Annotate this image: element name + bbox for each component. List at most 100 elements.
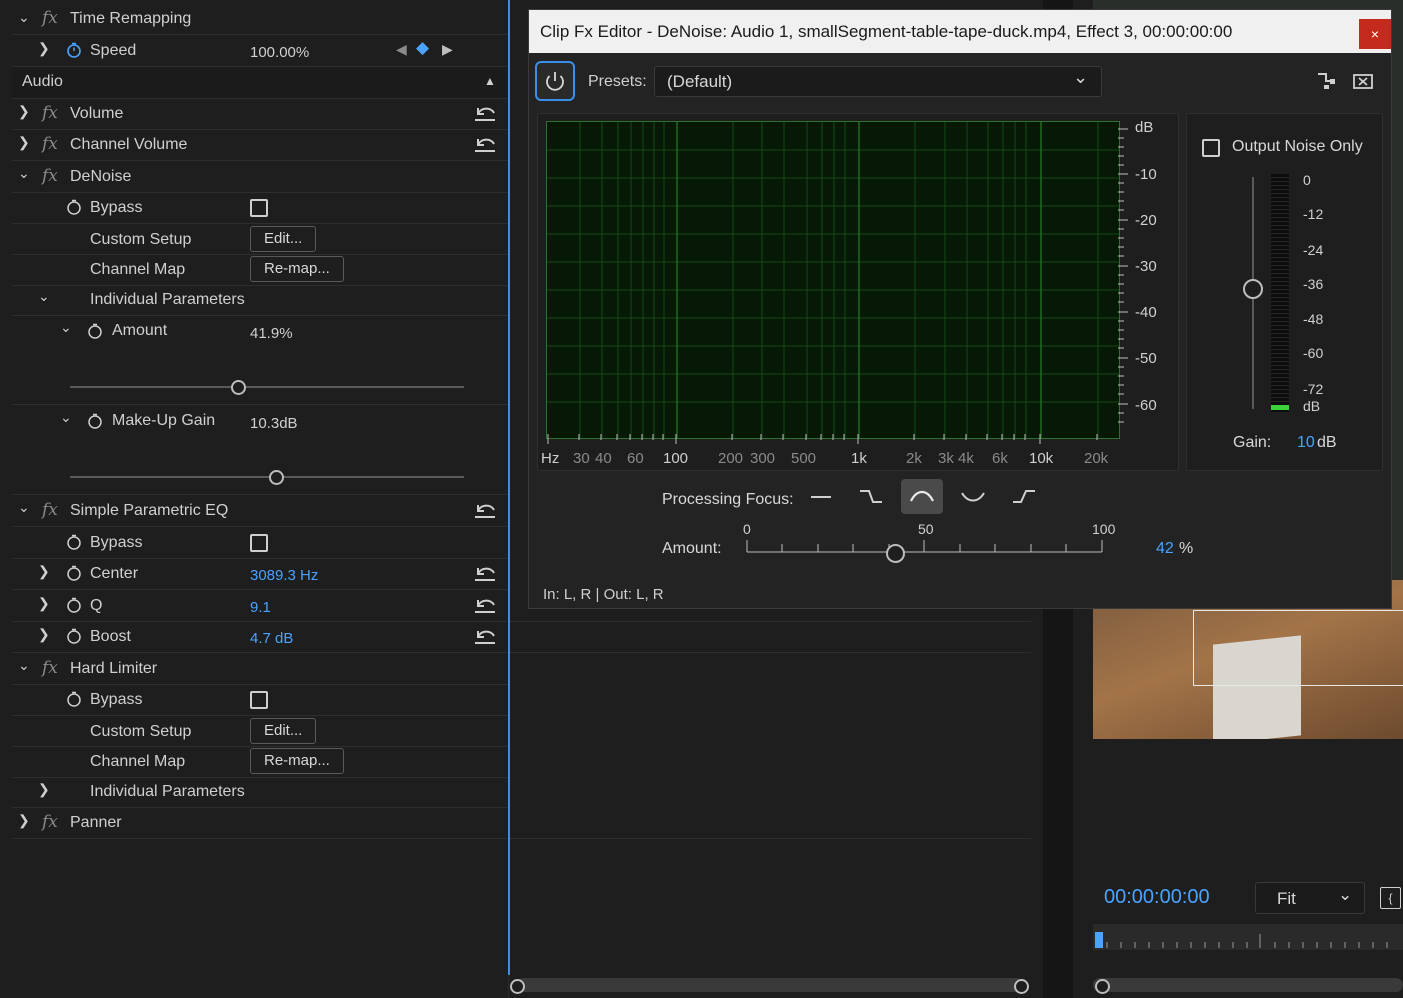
center-value[interactable]: 3089.3 Hz <box>250 567 318 584</box>
scrollbar-left-handle[interactable] <box>510 979 525 994</box>
stopwatch-icon[interactable] <box>87 413 103 429</box>
monitor-scrollbar[interactable] <box>1093 978 1403 992</box>
q-value[interactable]: 9.1 <box>250 599 271 616</box>
scrollbar-right-handle[interactable] <box>1014 979 1029 994</box>
reset-icon[interactable] <box>473 135 497 153</box>
amount-value[interactable]: 42 <box>1156 540 1174 558</box>
edit-button[interactable]: Edit... <box>250 226 317 252</box>
close-button[interactable]: × <box>1359 19 1391 49</box>
chevron-down-icon[interactable]: ⌄ <box>60 319 72 336</box>
level-meter <box>1271 174 1289 412</box>
chevron-right-icon[interactable]: ❯ <box>38 626 50 643</box>
bypass-checkbox[interactable] <box>250 199 268 217</box>
focus-low-button[interactable] <box>851 480 891 514</box>
stopwatch-icon[interactable] <box>66 565 82 581</box>
gain-slider-handle[interactable] <box>1243 279 1263 299</box>
timeline-scrollbar[interactable] <box>517 978 1023 992</box>
remap-button[interactable]: Re-map... <box>250 256 344 282</box>
reset-icon[interactable] <box>473 104 497 122</box>
gain-value[interactable]: 10 <box>1297 434 1315 452</box>
prev-keyframe-icon[interactable]: ◀ <box>396 41 407 58</box>
chevron-right-icon[interactable]: ❯ <box>38 563 50 580</box>
bypass-checkbox[interactable] <box>250 534 268 552</box>
chevron-right-icon[interactable]: ❯ <box>18 812 30 829</box>
chevron-down-icon[interactable]: ⌄ <box>18 165 30 182</box>
edit-button[interactable]: Edit... <box>250 718 317 744</box>
amount-slider-handle[interactable] <box>231 380 246 395</box>
effect-row-volume[interactable]: ❯ fx Volume <box>12 98 507 130</box>
chevron-down-icon[interactable]: ⌄ <box>18 499 30 516</box>
time-ruler[interactable] <box>1093 924 1403 950</box>
amount-slider-track[interactable] <box>745 538 1105 558</box>
fx-icon: fx <box>42 103 58 123</box>
amount-slider-track[interactable] <box>70 386 464 388</box>
reset-icon[interactable] <box>473 596 497 614</box>
time-remapping-row[interactable]: ⌄ fx Time Remapping <box>12 3 507 35</box>
playhead-timecode[interactable]: 00:00:00:00 <box>1104 886 1210 909</box>
settings-bracket-icon[interactable]: { <box>1380 887 1401 909</box>
chevron-right-icon[interactable]: ❯ <box>38 595 50 612</box>
focus-flat-button[interactable] <box>801 480 841 514</box>
focus-high-button[interactable] <box>1004 480 1044 514</box>
chevron-down-icon[interactable]: ⌄ <box>18 657 30 674</box>
denoise-custom-setup-row: Custom Setup Edit... <box>12 223 507 255</box>
fit-dropdown[interactable]: Fit ⌄ <box>1255 882 1365 914</box>
stopwatch-icon[interactable] <box>66 691 82 707</box>
monitor-playhead[interactable] <box>1095 932 1103 948</box>
meter-label: -12 <box>1303 206 1324 222</box>
meter-label: -60 <box>1303 345 1324 361</box>
boost-value[interactable]: 4.7 dB <box>250 630 293 647</box>
presets-dropdown[interactable]: (Default) ⌄ <box>654 66 1102 97</box>
output-noise-only-checkbox[interactable] <box>1202 139 1220 157</box>
makeup-gain-slider-track[interactable] <box>70 476 464 478</box>
makeup-gain-slider-handle[interactable] <box>269 470 284 485</box>
amount-slider-handle[interactable] <box>886 544 905 563</box>
chevron-right-icon[interactable]: ❯ <box>38 40 50 57</box>
stopwatch-icon[interactable] <box>66 628 82 644</box>
chevron-right-icon[interactable]: ❯ <box>38 781 50 798</box>
stopwatch-icon[interactable] <box>66 42 82 58</box>
reset-icon[interactable] <box>473 627 497 645</box>
fx-icon: fx <box>42 500 58 520</box>
limiter-individual-params-row[interactable]: ❯ Individual Parameters <box>12 776 507 808</box>
chevron-down-icon[interactable]: ⌄ <box>18 9 30 26</box>
playhead-line[interactable] <box>508 0 510 975</box>
fx-icon: fx <box>42 134 58 154</box>
reset-icon[interactable] <box>473 501 497 519</box>
keyframe-diamond-icon[interactable]: ◆ <box>416 38 429 58</box>
presets-label: Presets: <box>588 73 647 90</box>
chevron-down-icon[interactable]: ⌄ <box>60 409 72 426</box>
audio-header[interactable]: Audio ▲ <box>12 67 507 99</box>
noise-spectrum-graph[interactable] <box>546 121 1120 439</box>
stopwatch-icon[interactable] <box>66 199 82 215</box>
effect-row-eq[interactable]: ⌄ fx Simple Parametric EQ <box>12 495 507 527</box>
denoise-individual-params-row[interactable]: ⌄ Individual Parameters <box>12 284 507 316</box>
param-label: Q <box>90 597 103 614</box>
bypass-checkbox[interactable] <box>250 691 268 709</box>
speed-value[interactable]: 100.00% <box>250 44 309 61</box>
amount-value[interactable]: 41.9% <box>250 325 293 342</box>
effect-row-channel-volume[interactable]: ❯ fx Channel Volume <box>12 129 507 161</box>
remap-button[interactable]: Re-map... <box>250 748 344 774</box>
reset-icon[interactable] <box>473 564 497 582</box>
makeup-gain-value[interactable]: 10.3dB <box>250 415 298 432</box>
monitor-scroll-handle[interactable] <box>1095 979 1110 994</box>
stopwatch-icon[interactable] <box>66 534 82 550</box>
power-button[interactable] <box>535 61 575 101</box>
focus-mid-button[interactable] <box>901 479 943 514</box>
chevron-down-icon[interactable]: ⌄ <box>38 288 50 305</box>
dialog-titlebar[interactable]: Clip Fx Editor - DeNoise: Audio 1, small… <box>529 10 1391 53</box>
speed-row[interactable]: ❯ Speed 100.00% ◀ ◆ ▶ <box>12 35 507 67</box>
focus-notch-button[interactable] <box>953 480 993 514</box>
delete-preset-icon[interactable] <box>1353 72 1373 90</box>
save-preset-icon[interactable] <box>1316 72 1336 90</box>
effect-row-denoise[interactable]: ⌄ fx DeNoise <box>12 161 507 193</box>
effect-row-hard-limiter[interactable]: ⌄ fx Hard Limiter <box>12 653 507 685</box>
stopwatch-icon[interactable] <box>66 597 82 613</box>
next-keyframe-icon[interactable]: ▶ <box>442 41 453 58</box>
chevron-right-icon[interactable]: ❯ <box>18 103 30 120</box>
chevron-right-icon[interactable]: ❯ <box>18 134 30 151</box>
collapse-up-icon[interactable]: ▲ <box>484 74 496 88</box>
stopwatch-icon[interactable] <box>87 323 103 339</box>
effect-row-panner[interactable]: ❯ fx Panner <box>12 807 507 839</box>
